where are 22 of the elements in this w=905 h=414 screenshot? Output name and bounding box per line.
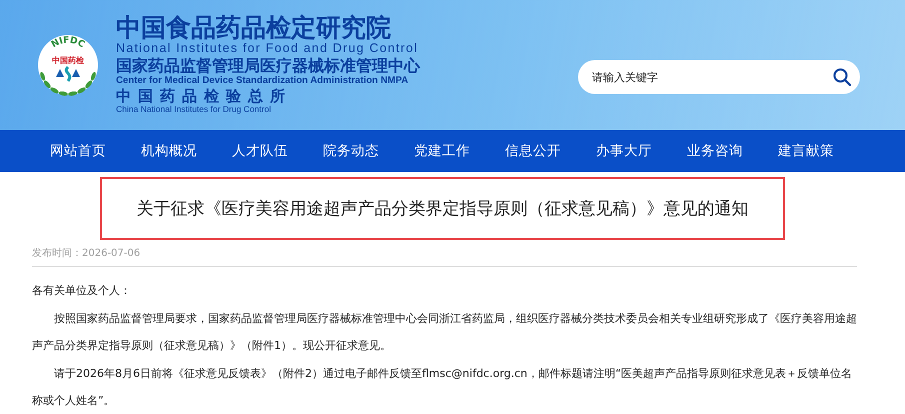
nav-item[interactable]: 建言献策: [778, 142, 869, 160]
search-icon[interactable]: [832, 67, 852, 87]
institute-name: 国家药品监督管理局医疗器械标准管理中心: [116, 57, 420, 76]
nav-item[interactable]: 信息公开: [505, 142, 596, 160]
institute-english-name: National Institutes for Food and Drug Control: [116, 41, 420, 56]
search-field[interactable]: 请输入关键字: [578, 60, 860, 94]
nav-item[interactable]: 网站首页: [50, 142, 141, 160]
nav-item[interactable]: 院务动态: [323, 142, 414, 160]
nav-item[interactable]: 人才队伍: [232, 142, 323, 160]
institute-name: 中国药品检验总所: [116, 88, 293, 105]
paragraph: 按照国家药品监督管理局要求，国家药品监督管理局医疗器械标准管理中心会同浙江省药监局，组织医疗器械分类技术委员会相关专业组研究形成了《医疗美容用途超声产品分类界定指导原则（征求意见稿）》（附件1）。现公开征求意见。: [32, 310, 857, 354]
article-title: 关于征求《医疗美容用途超声产品分类界定指导原则（征求意见稿）》意见的通知: [100, 177, 785, 240]
institute-english-name: China National Institutes for Drug Control: [116, 104, 272, 114]
paragraph: 请于2026年8月6日前将《征求意见反馈表》（附件2）通过电子邮件反馈至flmsc@nifdc.org.cn，邮件标题请注明“医美超声产品指导原则征求意见表＋反馈单位名称或个人姓名”。: [32, 366, 854, 409]
nav-item[interactable]: 办事大厅: [596, 142, 687, 160]
nav-item[interactable]: 机构概况: [141, 142, 232, 160]
institute-name: 中国食品药品检定研究院: [116, 14, 392, 42]
institute-english-name: Center for Medical Device Standardization Administration NMPA: [116, 75, 410, 86]
salutation: 各有关单位及个人：: [32, 283, 132, 299]
nav-item[interactable]: 党建工作: [414, 142, 505, 160]
nav-item[interactable]: 业务咨询: [687, 142, 778, 160]
publish-date: 发布时间：2026-07-06: [32, 246, 857, 267]
